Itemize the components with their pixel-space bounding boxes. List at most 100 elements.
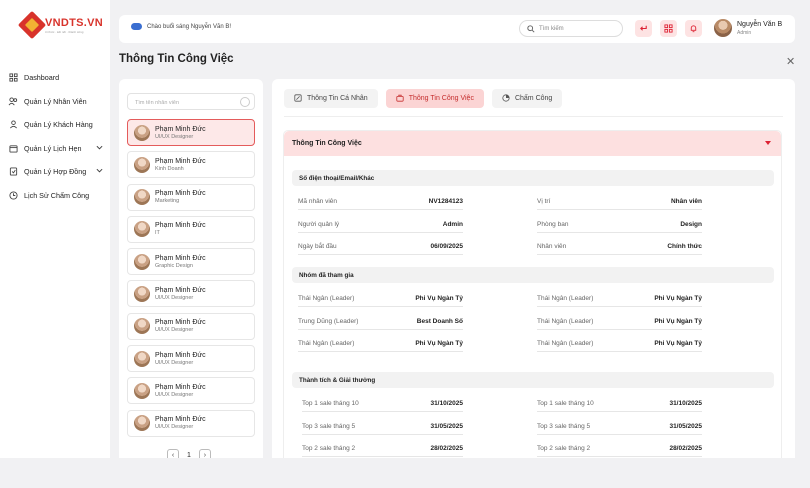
sidebar-item-label: Dashboard <box>24 73 60 83</box>
apps-button[interactable] <box>660 20 677 37</box>
field-value: 31/10/2025 <box>669 400 702 407</box>
field-label: Ngày bắt đầu <box>298 243 337 250</box>
field-label: Người quản lý <box>298 221 340 228</box>
field-label: Nhân viên <box>537 243 567 250</box>
search-icon[interactable] <box>240 97 250 107</box>
tab-1[interactable]: Thông Tin Công Việc <box>385 89 484 108</box>
employee-role: Graphic Design <box>155 262 193 269</box>
employee-card[interactable]: Phạm Minh Đức UI/UX Designer <box>127 312 255 340</box>
employee-role: UI/UX Designer <box>155 424 194 431</box>
employee-name: Phạm Minh Đức <box>155 157 206 165</box>
apps-icon <box>664 24 673 33</box>
chevron-down-icon[interactable] <box>96 145 103 150</box>
field-value: Phi Vụ Ngàn Tỷ <box>415 295 463 302</box>
field-label: Top 3 sale tháng 5 <box>537 423 591 430</box>
employee-card[interactable]: Phạm Minh Đức UI/UX Designer <box>127 345 255 373</box>
avatar <box>134 124 150 141</box>
sidebar-item-3[interactable]: Quản Lý Lịch Hẹn <box>0 137 110 161</box>
info-row: Top 3 sale tháng 5 31/05/2025 <box>537 419 702 435</box>
field-value: 31/05/2025 <box>669 423 702 430</box>
close-icon[interactable]: ✕ <box>786 55 795 68</box>
sidebar-item-label: Quản Lý Hợp Đồng <box>24 167 87 177</box>
sidebar-item-5[interactable]: Lịch Sử Chấm Công <box>0 184 110 208</box>
avatar <box>134 221 150 238</box>
field-value: 06/09/2025 <box>430 243 463 250</box>
sidebar: VNDTS.VN tri thức · kết nối · thành công… <box>0 0 110 458</box>
employee-name: Phạm Minh Đức <box>155 286 206 294</box>
avatar <box>134 189 150 206</box>
field-label: Thái Ngân (Leader) <box>298 340 355 347</box>
employee-name: Phạm Minh Đức <box>155 254 206 262</box>
info-row: Nhân viên Chính thức <box>537 239 702 255</box>
employee-card[interactable]: Phạm Minh Đức UI/UX Designer <box>127 280 255 308</box>
user-icon <box>8 120 18 130</box>
sidebar-item-0[interactable]: Dashboard <box>0 66 110 90</box>
divider <box>284 116 783 117</box>
employee-name: Phạm Minh Đức <box>155 351 206 359</box>
sidebar-nav: Dashboard Quản Lý Nhân Viên Quản Lý Khách … <box>0 66 110 207</box>
sidebar-item-2[interactable]: Quản Lý Khách Hàng <box>0 113 110 137</box>
sidebar-item-4[interactable]: Quản Lý Hợp Đồng <box>0 160 110 184</box>
field-value: Best Doanh Số <box>416 318 463 325</box>
avatar <box>134 350 150 367</box>
sidebar-item-1[interactable]: Quản Lý Nhân Viên <box>0 90 110 114</box>
employee-card[interactable]: Phạm Minh Đức Graphic Design <box>127 248 255 276</box>
employee-role: UI/UX Designer <box>155 391 194 398</box>
employee-card[interactable]: Phạm Minh Đức IT <box>127 215 255 243</box>
global-search-input[interactable]: Tìm kiếm <box>519 20 623 37</box>
employee-panel: Tìm tên nhân viên Phạm Minh Đức UI/UX Des… <box>119 79 263 476</box>
employee-name: Phạm Minh Đức <box>155 319 206 327</box>
info-row: Vị trí Nhân viên <box>537 194 702 210</box>
greeting: Chào buổi sáng Nguyễn Văn B! <box>131 23 231 30</box>
employee-role: Kinh Doanh <box>155 165 184 172</box>
caret-down-icon[interactable] <box>765 141 771 145</box>
avatar <box>134 285 150 302</box>
field-label: Thái Ngân (Leader) <box>537 340 594 347</box>
employee-search-placeholder: Tìm tên nhân viên <box>135 100 180 106</box>
pie-icon <box>502 93 510 104</box>
employee-name: Phạm Minh Đức <box>155 383 206 391</box>
back-button[interactable] <box>635 20 652 37</box>
users-icon <box>8 96 18 106</box>
field-label: Mã nhân viên <box>298 198 338 205</box>
field-value: Phi Vụ Ngàn Tỷ <box>654 340 702 347</box>
field-value: Admin <box>442 221 463 228</box>
avatar <box>134 382 150 399</box>
section-header[interactable]: Thông Tin Công Việc <box>284 131 781 156</box>
notification-button[interactable] <box>685 20 702 37</box>
return-icon <box>640 25 647 31</box>
employee-name: Phạm Minh Đức <box>155 416 206 424</box>
employee-role: Marketing <box>155 198 180 205</box>
user-menu[interactable]: Nguyễn Văn B Admin <box>714 19 782 37</box>
chevron-down-icon[interactable] <box>96 168 103 173</box>
field-label: Top 2 sale tháng 2 <box>302 445 356 452</box>
search-icon <box>527 24 535 33</box>
info-row: Ngày bắt đầu 06/09/2025 <box>298 239 463 255</box>
employee-card[interactable]: Phạm Minh Đức UI/UX Designer <box>127 377 255 405</box>
tab-2[interactable]: Chấm Công <box>491 89 563 108</box>
employee-card[interactable]: Phạm Minh Đức Kinh Doanh <box>127 151 255 179</box>
info-row: Người quản lý Admin <box>298 217 463 233</box>
field-value: Phi Vụ Ngàn Tỷ <box>415 340 463 347</box>
info-row: Phòng ban Design <box>537 217 702 233</box>
employee-search-input[interactable]: Tìm tên nhân viên <box>127 93 255 110</box>
top-bar: Chào buổi sáng Nguyễn Văn B! Tìm kiếm Ng… <box>119 15 795 43</box>
sidebar-item-label: Quản Lý Lịch Hẹn <box>24 143 82 153</box>
field-label: Top 1 sale tháng 10 <box>537 400 594 407</box>
employee-card[interactable]: Phạm Minh Đức UI/UX Designer <box>127 119 255 146</box>
field-value: 31/05/2025 <box>430 423 463 430</box>
bell-icon <box>690 25 697 33</box>
employee-card[interactable]: Phạm Minh Đức UI/UX Designer <box>127 409 255 437</box>
employee-card[interactable]: Phạm Minh Đức Marketing <box>127 183 255 211</box>
info-row: Thái Ngân (Leader) Phi Vụ Ngàn Tỷ <box>537 314 702 330</box>
user-role: Admin <box>737 29 752 36</box>
brand-logo[interactable]: VNDTS.VN tri thức · kết nối · thành công <box>17 10 103 40</box>
info-row: Top 1 sale tháng 10 31/10/2025 <box>537 396 702 412</box>
contract-icon <box>8 167 18 177</box>
tab-0[interactable]: Thông Tin Cá Nhân <box>284 89 378 108</box>
edit-icon <box>294 93 302 104</box>
avatar <box>134 318 150 335</box>
section-title: Thông Tin Công Việc <box>292 140 362 147</box>
sidebar-item-label: Quản Lý Khách Hàng <box>24 120 93 130</box>
page-title: Thông Tin Công Việc <box>119 53 234 65</box>
